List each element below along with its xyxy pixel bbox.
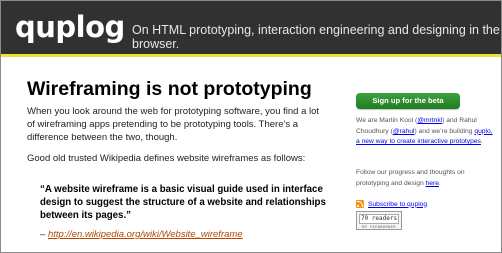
subscribe-row: Subscribe to quplog xyxy=(356,200,427,208)
subscribe-link[interactable]: Subscribe to quplog xyxy=(368,201,427,208)
post-title: Wireframing is not prototyping xyxy=(27,78,312,100)
site-header: quplog On HTML prototyping, interaction … xyxy=(1,1,501,57)
follow-here-link[interactable]: here xyxy=(426,180,439,187)
rss-icon[interactable] xyxy=(356,200,364,208)
follow-text: Follow our progress and thoughts on prot… xyxy=(356,168,496,189)
citation-dash: – xyxy=(40,229,48,240)
blockquote: “A website wireframe is a basic visual g… xyxy=(40,184,326,221)
quote-citation: – http://en.wikipedia.org/wiki/Website_w… xyxy=(40,229,243,240)
post-paragraph-1: When you look around the web for prototy… xyxy=(27,106,320,143)
feed-reader-count: 70 readers xyxy=(359,214,399,224)
about-text: We are Martin Kool (@mrtnkl) and Rahul C… xyxy=(356,116,496,148)
feedburner-badge[interactable]: 70 readers BY FEEDBURNER xyxy=(356,211,402,230)
follow-text-part-2: . xyxy=(438,179,441,187)
site-tagline: On HTML prototyping, interaction enginee… xyxy=(132,23,500,51)
twitter-link-rahul[interactable]: @rahul xyxy=(393,128,415,135)
signup-beta-button[interactable]: Sign up for the beta xyxy=(356,93,460,109)
feedburner-label: BY FEEDBURNER xyxy=(362,224,396,229)
twitter-link-mrtnkl[interactable]: @mrtnkl xyxy=(417,117,442,124)
citation-link[interactable]: http://en.wikipedia.org/wiki/Website_wir… xyxy=(48,229,243,240)
about-text-part-3: ) and we’re building xyxy=(414,127,475,135)
about-text-part-4: . xyxy=(480,138,483,145)
about-text-part-1: We are Martin Kool ( xyxy=(356,117,418,124)
post-paragraph-2: Good old trusted Wikipedia defines websi… xyxy=(27,153,306,164)
site-logo[interactable]: quplog xyxy=(15,10,125,44)
follow-text-part-1: Follow our progress and thoughts on prot… xyxy=(356,169,465,187)
